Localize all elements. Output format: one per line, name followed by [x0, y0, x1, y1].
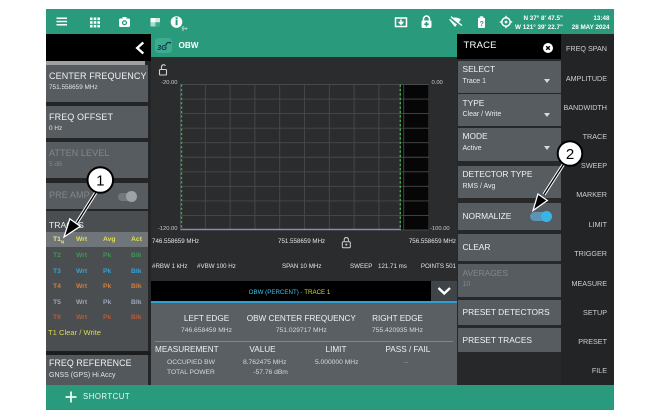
svg-text:1: 1: [96, 173, 104, 190]
svg-text:2: 2: [566, 146, 574, 163]
